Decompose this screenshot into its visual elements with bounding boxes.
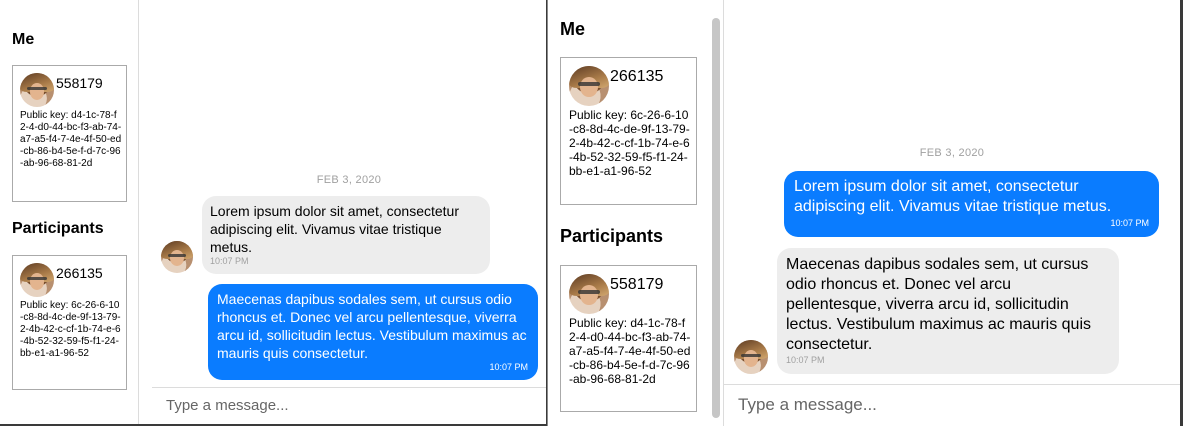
public-key: Public key: 6c-26-6-10-c8-8d-4c-de-9f-13… [569, 108, 690, 178]
date-separator: FEB 3, 2020 [919, 147, 985, 159]
chat-pane: FEB 3, 2020 Lorem ipsum dolor sit amet, … [724, 0, 1180, 426]
user-id: 266135 [610, 68, 664, 85]
me-heading: Me [12, 31, 35, 48]
me-card: 266135 Public key: 6c-26-6-10-c8-8d-4c-d… [560, 57, 697, 205]
sidebar-scrollbar[interactable] [712, 18, 720, 418]
public-key: Public key: d4-1c-78-f2-4-d0-44-bc-f3-ab… [569, 316, 691, 386]
message-composer [152, 387, 546, 424]
participant-card: 266135 Public key: 6c-26-6-10-c8-8d-4c-d… [12, 255, 127, 390]
chat-pane: FEB 3, 2020 Lorem ipsum dolor sit amet, … [152, 0, 546, 424]
message-text: Maecenas dapibus sodales sem, ut cursus … [786, 256, 1091, 353]
incoming-message-bubble: Lorem ipsum dolor sit amet, consectetur … [202, 196, 490, 274]
avatar [20, 263, 54, 297]
message-time: 10:07 PM [210, 256, 249, 266]
avatar [569, 274, 609, 314]
participant-card: 558179 Public key: d4-1c-78-f2-4-d0-44-b… [560, 265, 697, 412]
user-id: 558179 [610, 276, 664, 293]
outgoing-message-bubble: Lorem ipsum dolor sit amet, consectetur … [784, 171, 1159, 237]
sidebar: Me 558179 Public key: d4-1c-78-f2-4-d0-4… [0, 0, 139, 424]
left-chat-window: Me 558179 Public key: d4-1c-78-f2-4-d0-4… [0, 0, 546, 424]
public-key: Public key: d4-1c-78-f2-4-d0-44-bc-f3-ab… [20, 110, 122, 169]
message-input[interactable] [736, 394, 1160, 416]
message-composer [724, 384, 1180, 426]
message-input[interactable] [164, 396, 528, 415]
public-key: Public key: 6c-26-6-10-c8-8d-4c-de-9f-13… [20, 300, 121, 359]
avatar [569, 66, 609, 106]
message-time: 10:07 PM [1110, 218, 1149, 228]
user-id: 266135 [56, 265, 103, 281]
right-chat-window: Me 266135 Public key: 6c-26-6-10-c8-8d-4… [547, 0, 1180, 426]
participants-heading: Participants [560, 226, 664, 246]
me-card: 558179 Public key: d4-1c-78-f2-4-d0-44-b… [12, 65, 127, 202]
message-text: Maecenas dapibus sodales sem, ut cursus … [217, 291, 527, 361]
incoming-message-bubble: Maecenas dapibus sodales sem, ut cursus … [777, 248, 1119, 374]
message-time: 10:07 PM [489, 362, 528, 372]
message-time: 10:07 PM [786, 355, 825, 365]
date-separator: FEB 3, 2020 [316, 174, 382, 186]
sidebar: Me 266135 Public key: 6c-26-6-10-c8-8d-4… [548, 0, 724, 426]
participants-heading: Participants [12, 220, 104, 237]
sender-avatar [734, 340, 768, 374]
message-text: Lorem ipsum dolor sit amet, consectetur … [794, 178, 1112, 215]
me-heading: Me [560, 19, 586, 39]
message-text: Lorem ipsum dolor sit amet, consectetur … [210, 203, 459, 255]
sender-avatar [161, 241, 193, 273]
avatar [20, 73, 54, 107]
user-id: 558179 [56, 75, 103, 91]
outgoing-message-bubble: Maecenas dapibus sodales sem, ut cursus … [208, 284, 538, 380]
